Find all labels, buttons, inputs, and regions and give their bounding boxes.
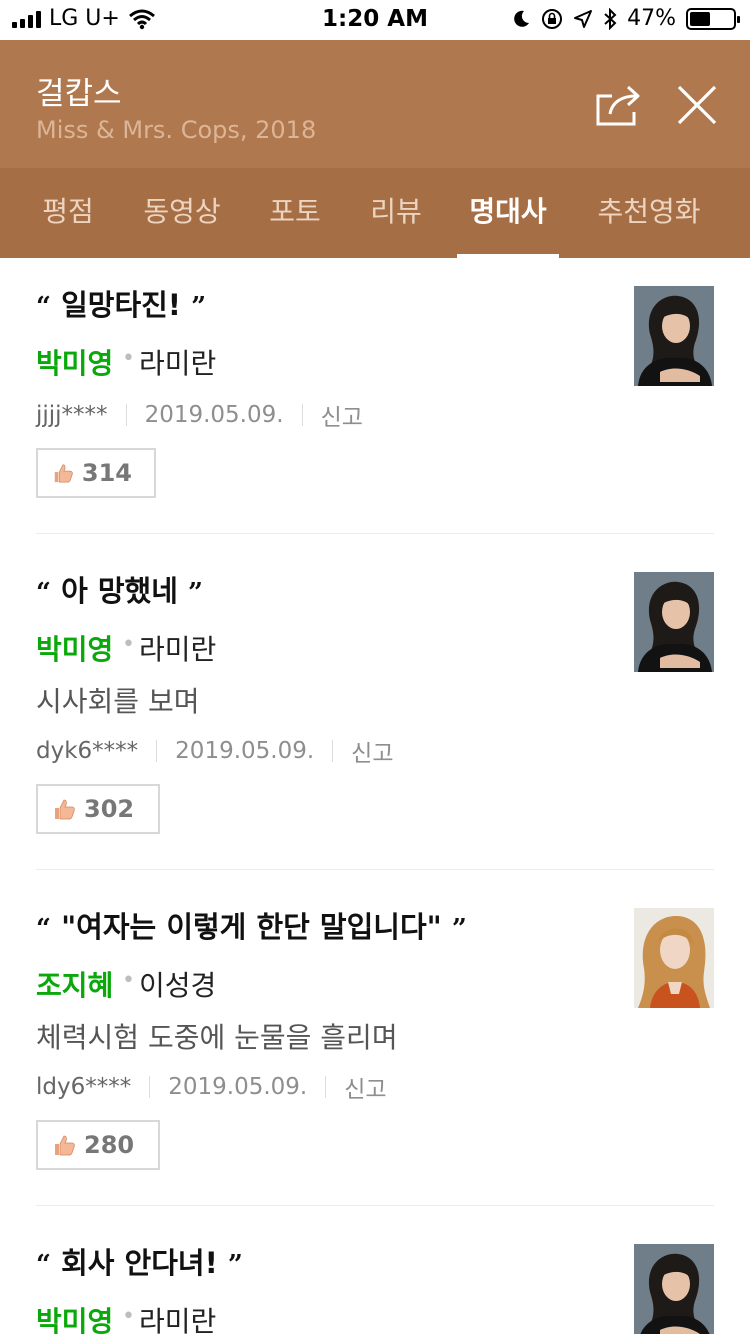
tab-label: 포토	[269, 195, 321, 228]
user-id: ldy6****	[36, 1074, 132, 1100]
tab-bar: 평점 동영상 포토 리뷰 명대사 추천영화	[0, 168, 750, 258]
separator-dot: •	[122, 346, 135, 371]
meta-divider	[125, 404, 127, 426]
quote-line: "여자는 이렇게 한단 말입니다"	[61, 910, 442, 944]
actor-photo	[634, 908, 714, 1008]
report-link[interactable]: 신고	[344, 1070, 386, 1104]
thumbs-up-icon	[55, 799, 75, 820]
post-date: 2019.05.09.	[144, 402, 284, 428]
status-bar: LG U+ 1:20 AM 47%	[0, 0, 750, 40]
scene-description: 체력시험 도중에 눈물을 흘리며	[36, 1021, 398, 1054]
tab-photos[interactable]: 포토	[252, 168, 338, 258]
bluetooth-icon	[604, 7, 617, 30]
tab-label: 추천영화	[597, 195, 701, 228]
battery-icon	[686, 7, 740, 30]
like-count: 302	[84, 795, 135, 823]
open-quote-mark: “	[36, 1250, 51, 1280]
list-item[interactable]: “ 회사 안다녀! ” 박미영 • 라미란	[0, 1206, 750, 1334]
movie-header: 걸캅스 Miss & Mrs. Cops, 2018	[0, 40, 750, 168]
actor-photo	[634, 286, 714, 386]
tab-label: 동영상	[143, 195, 221, 228]
list-item[interactable]: “ 일망타진! ” 박미영 • 라미란 jjjj**** 2019.05.09.…	[0, 258, 750, 534]
report-link[interactable]: 신고	[321, 398, 363, 432]
tab-reviews[interactable]: 리뷰	[352, 168, 440, 258]
user-id: jjjj****	[36, 402, 108, 428]
close-icon	[677, 85, 717, 125]
thumbs-up-icon	[55, 1135, 75, 1156]
quote-line: 아 망했네	[61, 574, 178, 608]
separator-dot: •	[122, 632, 135, 657]
share-icon	[596, 85, 640, 126]
actor-name: 라미란	[139, 633, 217, 666]
post-date: 2019.05.09.	[175, 738, 315, 764]
character-name: 박미영	[36, 1305, 114, 1334]
close-button[interactable]	[676, 84, 718, 126]
like-button[interactable]: 314	[36, 448, 156, 498]
actor-name: 이성경	[139, 969, 217, 1002]
quote-text: “ "여자는 이렇게 한단 말입니다" ”	[36, 904, 467, 946]
tab-label: 리뷰	[370, 195, 422, 228]
movie-title: 걸캅스	[36, 76, 122, 112]
tab-label: 명대사	[469, 195, 547, 228]
meta-row: jjjj**** 2019.05.09. 신고	[36, 398, 363, 432]
open-quote-mark: “	[36, 914, 51, 944]
tab-famous-lines[interactable]: 명대사	[457, 168, 559, 258]
meta-divider	[149, 1076, 151, 1098]
open-quote-mark: “	[36, 292, 51, 322]
meta-divider	[332, 740, 334, 762]
separator-dot: •	[122, 1304, 135, 1329]
like-count: 314	[81, 459, 132, 487]
actor-photo	[634, 1244, 714, 1334]
meta-divider	[301, 404, 303, 426]
meta-divider	[156, 740, 158, 762]
report-link[interactable]: 신고	[351, 734, 393, 768]
moon-icon	[514, 10, 530, 27]
quote-text: “ 일망타진! ”	[36, 282, 206, 324]
post-date: 2019.05.09.	[168, 1074, 308, 1100]
like-count: 280	[84, 1131, 135, 1159]
tab-label: 평점	[42, 195, 94, 228]
meta-row: dyk6**** 2019.05.09. 신고	[36, 734, 394, 768]
rotation-lock-icon	[542, 8, 563, 29]
tab-rating[interactable]: 평점	[22, 168, 114, 258]
actor-name: 라미란	[139, 347, 217, 380]
character-name: 조지혜	[36, 969, 114, 1002]
list-item[interactable]: “ "여자는 이렇게 한단 말입니다" ” 조지혜 • 이성경 체력시험 도중에…	[0, 870, 750, 1206]
character-name: 박미영	[36, 633, 114, 666]
list-item[interactable]: “ 아 망했네 ” 박미영 • 라미란 시사회를 보며 dyk6**** 201…	[0, 534, 750, 870]
close-quote-mark: ”	[227, 1250, 243, 1280]
like-button[interactable]: 302	[36, 784, 160, 834]
tab-videos[interactable]: 동영상	[130, 168, 234, 258]
close-quote-mark: ”	[451, 914, 467, 944]
like-button[interactable]: 280	[36, 1120, 160, 1170]
battery-percent: 47%	[627, 6, 676, 31]
location-icon	[574, 9, 593, 28]
separator-dot: •	[122, 968, 135, 993]
status-right: 47%	[511, 6, 740, 31]
open-quote-mark: “	[36, 578, 51, 608]
battery-level	[690, 11, 710, 26]
quote-text: “ 아 망했네 ”	[36, 568, 203, 610]
scene-description: 시사회를 보며	[36, 685, 200, 718]
user-id: dyk6****	[36, 738, 139, 764]
quote-line: 회사 안다녀!	[61, 1246, 218, 1280]
close-quote-mark: ”	[188, 578, 203, 608]
movie-subtitle: Miss & Mrs. Cops, 2018	[36, 116, 317, 144]
actor-photo	[634, 572, 714, 672]
share-button[interactable]	[594, 82, 644, 128]
character-name: 박미영	[36, 347, 114, 380]
tab-recommended[interactable]: 추천영화	[583, 168, 715, 258]
quote-text: “ 회사 안다녀! ”	[36, 1240, 243, 1282]
actor-name: 라미란	[139, 1305, 217, 1334]
close-quote-mark: ”	[191, 292, 207, 322]
meta-divider	[325, 1076, 327, 1098]
thumbs-up-icon	[54, 464, 73, 483]
meta-row: ldy6**** 2019.05.09. 신고	[36, 1070, 387, 1104]
quote-line: 일망타진!	[61, 288, 182, 322]
